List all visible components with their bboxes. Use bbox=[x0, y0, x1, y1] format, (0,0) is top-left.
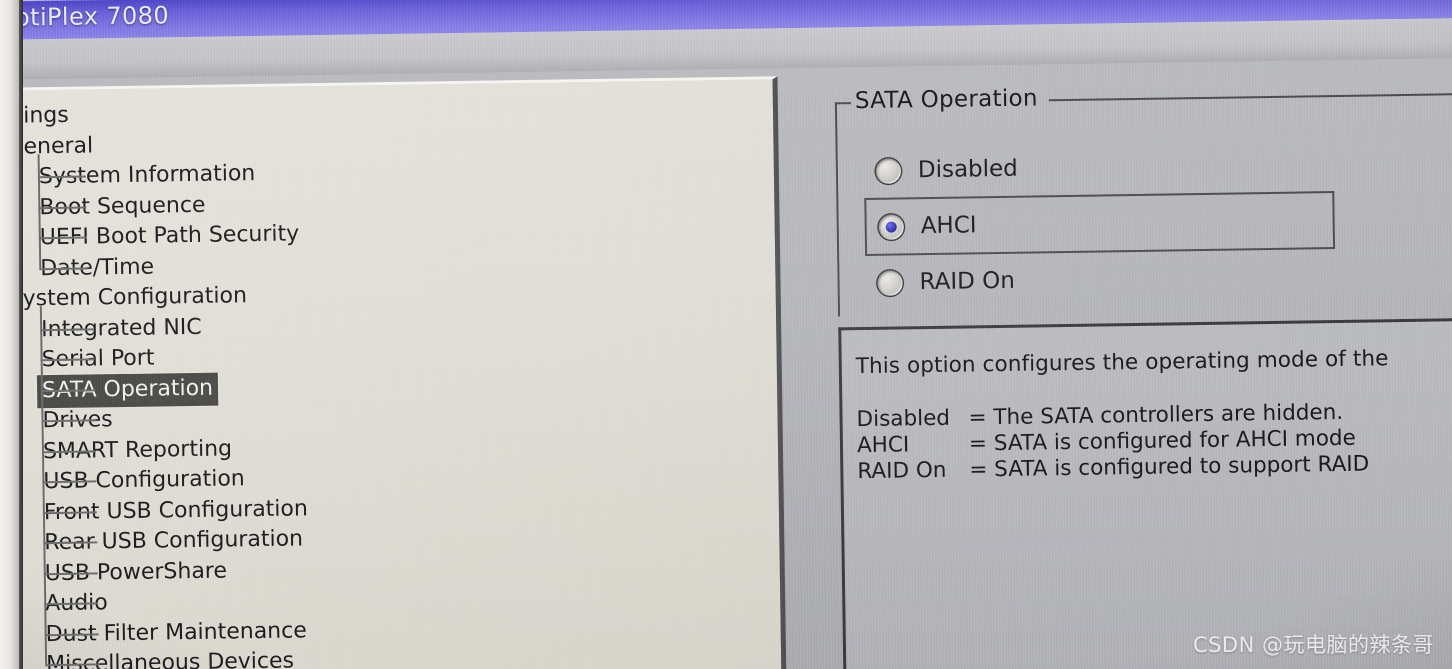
radio-option-disabled[interactable]: Disabled bbox=[863, 135, 1452, 198]
groupbox-title: SATA Operation bbox=[854, 85, 1038, 115]
monitor-bezel-left bbox=[0, 0, 19, 669]
description-term: RAID On bbox=[857, 457, 947, 485]
bios-screen: ptiPlex 7080 ttings General System Informa… bbox=[0, 0, 1452, 669]
sata-operation-groupbox: SATA Operation Disabled AHCI RAID On bbox=[834, 79, 1452, 317]
description-term: Disabled bbox=[856, 405, 951, 433]
settings-tree-panel: ttings General System Information Boot Sequ… bbox=[0, 76, 787, 669]
option-description-box: This option configures the operating mod… bbox=[838, 317, 1452, 669]
radio-option-label: RAID On bbox=[919, 267, 1016, 296]
settings-tree-list[interactable]: ttings General System Information Boot Sequ… bbox=[0, 79, 781, 669]
radio-option-label: AHCI bbox=[920, 212, 977, 240]
groupbox-border-top-left bbox=[834, 102, 851, 105]
window-title: ptiPlex 7080 bbox=[14, 1, 170, 32]
description-definition: = SATA is configured to support RAID bbox=[969, 451, 1370, 483]
groupbox-border-top-right bbox=[1048, 92, 1452, 102]
monitor-bezel-left-shadow bbox=[19, 0, 23, 669]
groupbox-border-left bbox=[834, 102, 841, 317]
radio-option-raid-on[interactable]: RAID On bbox=[865, 247, 1452, 310]
description-term: AHCI bbox=[856, 432, 910, 459]
radio-selected-dot bbox=[885, 221, 897, 233]
radio-button-icon[interactable] bbox=[878, 213, 904, 240]
bios-screen-photo: ptiPlex 7080 ttings General System Informa… bbox=[0, 0, 1452, 669]
sata-operation-radio-group[interactable]: Disabled AHCI RAID On bbox=[863, 135, 1452, 310]
description-definition-list: Disabled = The SATA controllers are hidde… bbox=[856, 397, 1452, 485]
radio-option-label: Disabled bbox=[917, 155, 1018, 184]
sata-operation-panel: SATA Operation Disabled AHCI RAID On This … bbox=[807, 66, 1452, 669]
description-intro-text: This option configures the operating mod… bbox=[855, 346, 1389, 380]
radio-button-icon[interactable] bbox=[877, 269, 903, 296]
csdn-watermark: CSDN @玩电脑的辣条哥 bbox=[1192, 633, 1434, 657]
radio-option-ahci[interactable]: AHCI bbox=[864, 191, 1336, 256]
radio-button-icon[interactable] bbox=[875, 157, 902, 184]
